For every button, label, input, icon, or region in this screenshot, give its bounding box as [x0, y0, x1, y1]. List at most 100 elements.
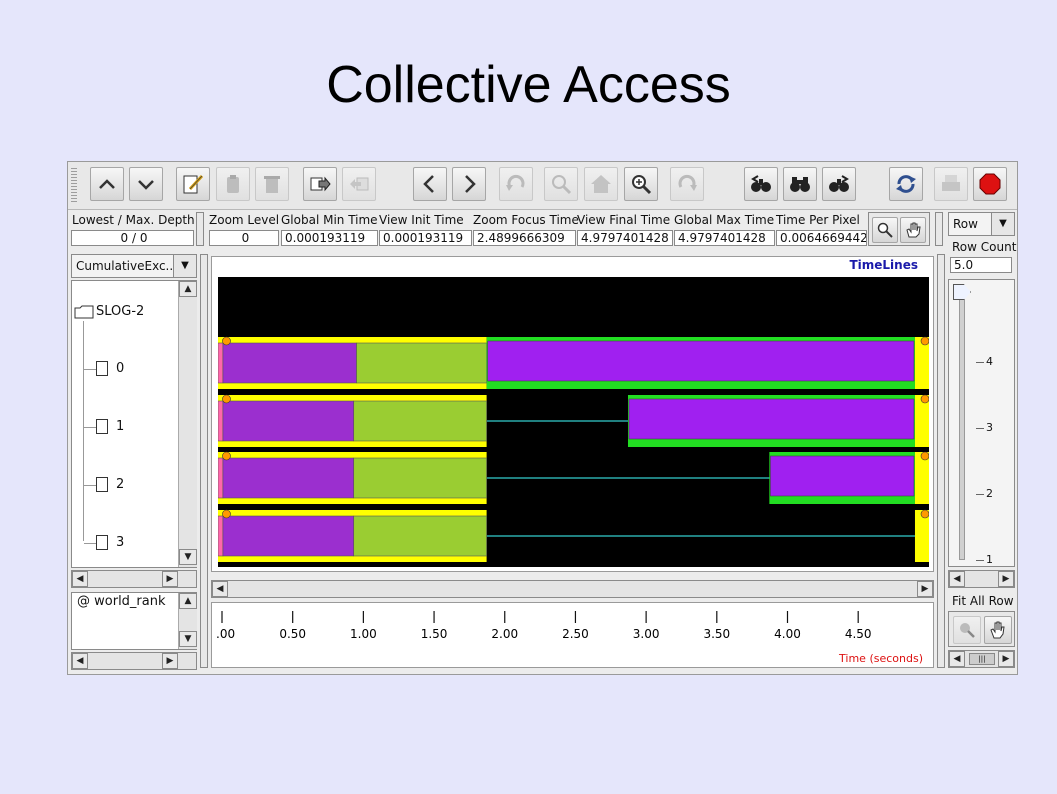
depth-splitter[interactable]	[196, 212, 204, 246]
timelines-title: TimeLines	[846, 258, 921, 272]
slider-track	[959, 286, 965, 560]
edit-icon[interactable]	[176, 167, 210, 201]
right-splitter[interactable]	[937, 254, 945, 668]
delete-icon[interactable]	[255, 167, 289, 201]
left-splitter[interactable]	[200, 254, 208, 668]
tree-root-label: SLOG-2	[96, 304, 145, 319]
row-2-event-marker	[222, 451, 231, 461]
x-tick-label: 1.00	[350, 627, 377, 641]
slider-hscrollbar[interactable]: ◀ ▶	[948, 570, 1015, 588]
scroll-right-icon[interactable]: ▶	[998, 571, 1014, 587]
x-tick-label: 3.00	[633, 627, 660, 641]
zoom-in-icon[interactable]	[624, 167, 658, 201]
tree-root[interactable]: SLOG-2	[74, 304, 144, 319]
x-tick-label: 3.50	[703, 627, 730, 641]
row-combo[interactable]: Row ▼	[948, 212, 1015, 236]
search-forward-icon[interactable]	[822, 167, 856, 201]
document-icon	[96, 535, 108, 550]
redo-icon[interactable]	[670, 167, 704, 201]
scroll-right-icon[interactable]: ▶	[162, 653, 178, 669]
row-1-event-marker-end	[920, 394, 929, 404]
undo-icon[interactable]	[499, 167, 533, 201]
slider-tick-label: 2	[986, 487, 993, 500]
rank-scrollbar[interactable]: ▲ ▼	[178, 593, 197, 649]
stat-header-6: Time Per Pixel	[776, 213, 860, 227]
stop-icon[interactable]	[973, 167, 1007, 201]
binoculars-icon[interactable]	[783, 167, 817, 201]
stats-splitter[interactable]	[935, 212, 943, 246]
timelines-frame: TimeLines	[211, 256, 934, 572]
tree-connector	[84, 543, 96, 544]
print-icon[interactable]	[934, 167, 968, 201]
down-icon[interactable]	[129, 167, 163, 201]
time-ruler[interactable]: .00 0.50 1.00 1.50 2.00 2.50 3.00 3.50 4.00 4.50 …	[211, 602, 934, 668]
forward-icon[interactable]	[452, 167, 486, 201]
row-3-event-marker	[222, 509, 231, 519]
toolbar-grip[interactable]	[71, 166, 77, 204]
row-2-state-2	[353, 457, 487, 499]
tree-connector	[84, 369, 96, 370]
scroll-up-icon[interactable]: ▲	[179, 593, 197, 609]
tree-item-1[interactable]: 1	[96, 419, 124, 434]
x-tick-label: 1.50	[421, 627, 448, 641]
search-back-icon[interactable]	[744, 167, 778, 201]
stat-field-1: 0.000193119	[281, 230, 378, 246]
scroll-left-icon[interactable]: ◀	[949, 571, 965, 587]
hand-icon[interactable]	[984, 616, 1012, 644]
tree-item-3[interactable]: 3	[96, 535, 124, 550]
row-count-field[interactable]: 5.0	[950, 257, 1012, 273]
zoom-icon[interactable]	[953, 616, 981, 644]
row-0-state-0	[218, 342, 224, 384]
tree-connector	[84, 485, 96, 486]
timeline-canvas[interactable]	[218, 277, 929, 567]
scroll-down-icon[interactable]: ▼	[179, 549, 197, 565]
refresh-icon[interactable]	[889, 167, 923, 201]
row-count-label: Row Count	[952, 240, 1017, 254]
scroll-right-icon[interactable]: ▶	[917, 581, 933, 597]
zoom-mode-icon[interactable]	[872, 217, 898, 243]
zoom-out-icon[interactable]	[544, 167, 578, 201]
tree-panel: SLOG-2 0 1 2 3 ▲ ▼	[71, 280, 197, 568]
tree-item-2[interactable]: 2	[96, 477, 124, 492]
rank-panel: @ world_rank ▲ ▼	[71, 592, 197, 650]
scroll-up-icon[interactable]: ▲	[179, 281, 197, 297]
tree-item-0[interactable]: 0	[96, 361, 124, 376]
stat-field-3: 2.4899666309	[473, 230, 576, 246]
home-icon[interactable]	[584, 167, 618, 201]
scroll-right-icon[interactable]: ▶	[162, 571, 178, 587]
legend-combo[interactable]: CumulativeExc... ▼	[71, 254, 197, 278]
x-axis-label: Time (seconds)	[837, 652, 925, 665]
rank-hscrollbar[interactable]: ◀ ▶	[71, 652, 197, 670]
scroll-left-icon[interactable]: ◀	[949, 651, 965, 667]
slider-thumb[interactable]	[953, 284, 971, 300]
scroll-left-icon[interactable]: ◀	[212, 581, 228, 597]
slide-title: Collective Access	[326, 56, 731, 114]
tree-scrollbar[interactable]: ▲ ▼	[178, 281, 197, 567]
x-tick-label: 0.50	[279, 627, 306, 641]
hand-mode-icon[interactable]	[900, 217, 926, 243]
up-icon[interactable]	[90, 167, 124, 201]
row-1-state-3	[628, 398, 915, 440]
stat-header-4: View Final Time	[577, 213, 671, 227]
timeline-hscrollbar[interactable]: ◀ ▶	[211, 580, 934, 598]
row-1-event-marker	[222, 394, 231, 404]
chevron-down-icon[interactable]: ▼	[173, 255, 196, 277]
stat-header-3: Zoom Focus Time	[473, 213, 579, 227]
tree-connector	[84, 427, 96, 428]
scroll-down-icon[interactable]: ▼	[179, 631, 197, 647]
chevron-down-icon[interactable]: ▼	[991, 213, 1014, 235]
tree-hscrollbar[interactable]: ◀ ▶	[71, 570, 197, 588]
slider-tick-label: 1	[986, 553, 993, 566]
depth-field: 0 / 0	[71, 230, 194, 246]
export-icon[interactable]	[303, 167, 337, 201]
x-tick-label: 4.50	[845, 627, 872, 641]
scroll-right-icon[interactable]: ▶	[998, 651, 1014, 667]
back-icon[interactable]	[413, 167, 447, 201]
scroll-left-icon[interactable]: ◀	[72, 571, 88, 587]
fit-hscrollbar[interactable]: ◀ ||| ▶	[948, 650, 1015, 668]
scroll-left-icon[interactable]: ◀	[72, 653, 88, 669]
import-icon[interactable]	[342, 167, 376, 201]
paste-icon[interactable]	[216, 167, 250, 201]
row-0-event-marker-end	[920, 336, 929, 346]
scroll-thumb[interactable]: |||	[969, 653, 995, 665]
